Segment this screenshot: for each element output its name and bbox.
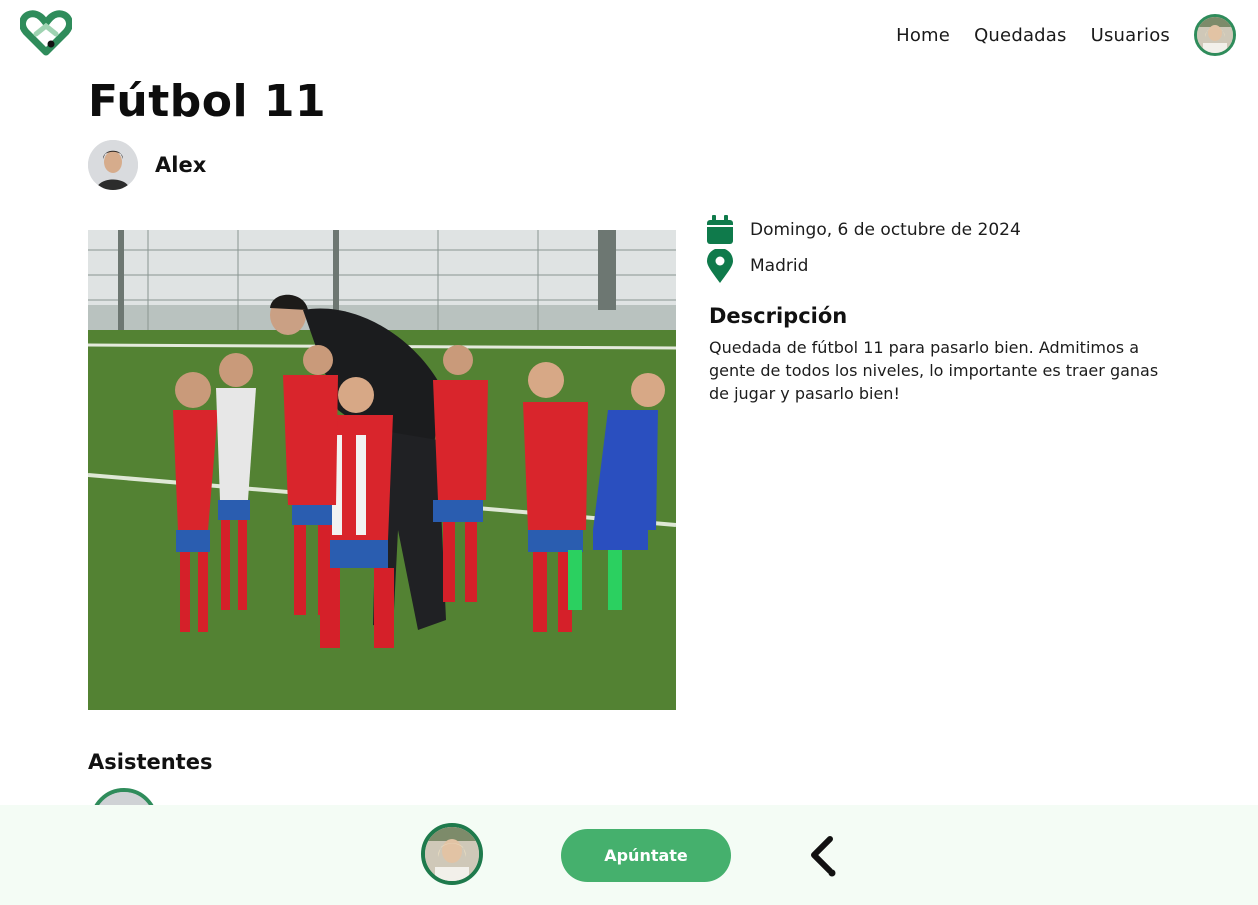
event-info: Domingo, 6 de octubre de 2024 Madrid Des… [706,212,1186,405]
top-navbar: Home Quedadas Usuarios [0,0,1258,70]
join-button[interactable]: Apúntate [561,829,731,882]
nav-link-usuarios[interactable]: Usuarios [1091,25,1170,46]
event-location: Madrid [750,256,809,276]
user-avatar-photo [1197,17,1233,53]
event-photo [88,230,676,710]
author-avatar-photo [88,140,138,190]
author-name[interactable]: Alex [155,153,206,177]
heart-pin-logo-icon[interactable] [20,10,72,56]
event-author: Alex [88,140,206,190]
page-title: Fútbol 11 [88,76,327,127]
author-avatar[interactable] [88,140,138,190]
nav-links: Home Quedadas Usuarios [872,14,1236,56]
event-date: Domingo, 6 de octubre de 2024 [750,220,1021,240]
chevron-left-icon[interactable] [806,833,842,879]
nav-link-quedadas[interactable]: Quedadas [974,25,1067,46]
current-user-avatar-photo [425,827,479,881]
attendees-title: Asistentes [88,750,213,774]
bottom-action-bar: Apúntate [0,805,1258,905]
description-text: Quedada de fútbol 11 para pasarlo bien. … [709,338,1159,403]
map-pin-icon [707,249,733,283]
event-location-row: Madrid [706,248,1186,284]
calendar-icon [707,215,733,244]
nav-link-home[interactable]: Home [896,25,950,46]
event-date-row: Domingo, 6 de octubre de 2024 [706,212,1186,248]
description-title: Descripción [709,304,848,328]
current-user-avatar[interactable] [421,823,483,885]
user-avatar[interactable] [1194,14,1236,56]
